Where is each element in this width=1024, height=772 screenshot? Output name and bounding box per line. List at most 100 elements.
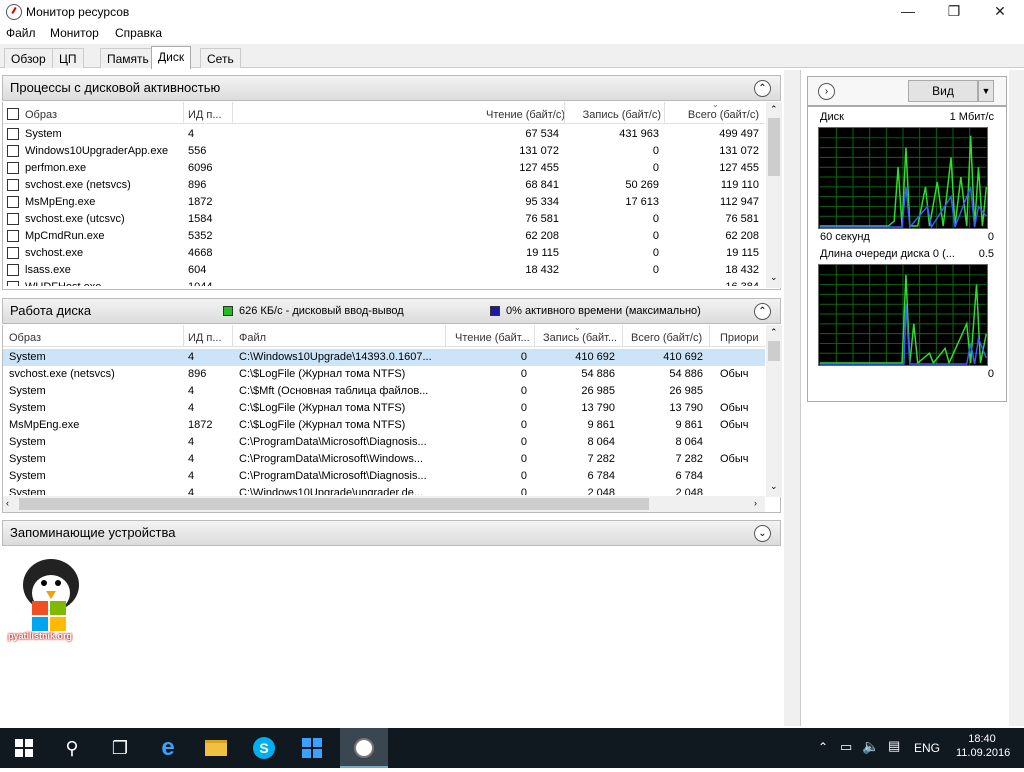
table-row[interactable]: System 4 C:\Windows10Upgrade\14393.0.1607.… [3,349,765,366]
row-checkbox[interactable] [7,179,19,191]
right-pane-scrollbar[interactable] [1009,70,1024,726]
search-icon[interactable]: ⚲ [48,728,96,768]
row-checkbox[interactable] [7,281,19,286]
table-row[interactable]: System 4 C:\ProgramData\Microsoft\Diagnosi… [3,434,765,451]
view-button[interactable]: Вид [908,80,978,102]
row-checkbox[interactable] [7,230,19,242]
scroll-up-icon[interactable]: ⌃ [770,104,778,115]
storage-section-header[interactable]: Запоминающие устройства ⌄ [2,520,781,546]
scrollbar-thumb[interactable] [19,498,649,510]
col-image[interactable]: Образ [9,332,41,344]
table-row[interactable]: svchost.exe (netsvcs) 896 68 841 50 269 119 … [3,177,765,194]
notification-icon[interactable]: ▤ [888,738,900,754]
tab-memory[interactable]: Память [100,48,156,68]
clock[interactable]: 18:40 11.09.2016 [956,733,1010,759]
col-priority[interactable]: Приори [720,332,759,344]
column-divider[interactable] [564,102,565,124]
column-divider[interactable] [232,102,233,124]
scroll-left-icon[interactable]: ‹ [6,498,9,508]
resource-monitor-task-icon[interactable] [340,728,388,768]
menu-help[interactable]: Справка [115,26,162,40]
scroll-down-icon[interactable]: ⌄ [770,272,778,283]
column-divider[interactable] [622,325,623,347]
col-write[interactable]: Запись (байт/с) [583,109,661,121]
row-checkbox[interactable] [7,162,19,174]
expand-right-icon[interactable]: › [818,83,835,100]
task-view-icon[interactable]: ❐ [96,728,144,768]
table-row[interactable]: System 4 C:\$Mft (Основная таблица файлов.… [3,383,765,400]
col-read[interactable]: Чтение (байт/с) [486,109,565,121]
col-write[interactable]: Запись (байт... [543,332,617,344]
processes-scrollbar[interactable]: ⌃ ⌄ [766,102,782,288]
table-row[interactable]: MsMpEng.exe 1872 95 334 17 613 112 947 [3,194,765,211]
row-checkbox[interactable] [7,264,19,276]
table-row[interactable]: Windows10UpgraderApp.exe 556 131 072 0 131 0… [3,143,765,160]
table-row[interactable]: System 4 C:\ProgramData\Microsoft\Diagnosi… [3,468,765,485]
collapse-up-icon[interactable]: ⌃ [754,303,771,320]
column-divider[interactable] [183,102,184,124]
table-row[interactable]: System 4 67 534 431 963 499 497 [3,126,765,143]
scroll-down-icon[interactable]: ⌄ [770,481,778,492]
tab-disk[interactable]: Диск [151,46,192,69]
windows-store-icon[interactable] [288,728,336,768]
col-pid[interactable]: ИД п... [188,332,222,344]
row-checkbox[interactable] [7,128,19,140]
col-total[interactable]: Всего (байт/с) [631,332,702,344]
disk-vertical-scrollbar[interactable]: ⌃ ⌄ [766,325,782,497]
table-row[interactable]: MpCmdRun.exe 5352 62 208 0 62 208 [3,228,765,245]
scrollbar-thumb[interactable] [768,341,780,361]
main-vertical-scrollbar[interactable] [784,70,800,726]
column-divider[interactable] [232,325,233,347]
network-icon[interactable]: ▭ [840,739,852,755]
view-dropdown-arrow-icon[interactable]: ▼ [978,80,994,102]
column-divider[interactable] [534,325,535,347]
col-file[interactable]: Файл [239,332,266,344]
close-button[interactable]: ✕ [977,0,1023,22]
scrollbar-thumb[interactable] [768,118,780,176]
input-language[interactable]: ENG [914,741,940,755]
column-divider[interactable] [183,325,184,347]
skype-icon[interactable]: S [240,728,288,768]
table-row[interactable]: System 4 C:\$LogFile (Журнал тома NTFS) 0 13… [3,400,765,417]
table-row[interactable]: WUDFHost.exe 1044 16 384 [3,279,765,286]
menu-file[interactable]: Файл [6,26,36,40]
tab-network[interactable]: Сеть [200,48,241,68]
table-row[interactable]: perfmon.exe 6096 127 455 0 127 455 [3,160,765,177]
table-row[interactable]: System 4 C:\ProgramData\Microsoft\Windows.… [3,451,765,468]
minimize-button[interactable]: — [885,0,931,22]
col-image[interactable]: Образ [25,109,57,121]
expand-down-icon[interactable]: ⌄ [754,525,771,542]
scroll-right-icon[interactable]: › [754,498,757,508]
table-row[interactable]: lsass.exe 604 18 432 0 18 432 [3,262,765,279]
select-all-checkbox[interactable] [7,108,19,120]
table-row[interactable]: svchost.exe (netsvcs) 896 C:\$LogFile (Жур… [3,366,765,383]
disk-activity-section-header[interactable]: Работа диска 626 КБ/с - дисковый ввод-вы… [2,298,781,324]
menu-monitor[interactable]: Монитор [50,26,99,40]
table-row[interactable]: svchost.exe 4668 19 115 0 19 115 [3,245,765,262]
row-checkbox[interactable] [7,196,19,208]
tab-cpu[interactable]: ЦП [52,48,84,68]
col-pid[interactable]: ИД п... [188,109,222,121]
tab-overview[interactable]: Обзор [4,48,53,68]
col-read[interactable]: Чтение (байт... [455,332,530,344]
processes-section-header[interactable]: Процессы с дисковой активностью ⌃ [2,75,781,101]
edge-browser-icon[interactable]: e [144,728,192,768]
table-row[interactable]: System 4 C:\Windows10Upgrade\upgrader.de..… [3,485,765,495]
maximize-button[interactable]: ❐ [931,0,977,22]
row-checkbox[interactable] [7,247,19,259]
column-divider[interactable] [664,102,665,124]
column-divider[interactable] [445,325,446,347]
row-checkbox[interactable] [7,145,19,157]
volume-icon[interactable]: 🔈 [862,738,879,755]
row-checkbox[interactable] [7,213,19,225]
collapse-up-icon[interactable]: ⌃ [754,80,771,97]
column-divider[interactable] [709,325,710,347]
disk-horizontal-scrollbar[interactable]: ‹ › [3,496,765,512]
file-explorer-icon[interactable] [192,728,240,768]
table-row[interactable]: MsMpEng.exe 1872 C:\$LogFile (Журнал тома … [3,417,765,434]
scroll-up-icon[interactable]: ⌃ [770,327,778,338]
table-row[interactable]: svchost.exe (utcsvc) 1584 76 581 0 76 581 [3,211,765,228]
start-windows-icon[interactable] [0,728,48,768]
show-hidden-icons-icon[interactable]: ⌃ [818,740,828,754]
col-total[interactable]: Всего (байт/с) [688,109,759,121]
